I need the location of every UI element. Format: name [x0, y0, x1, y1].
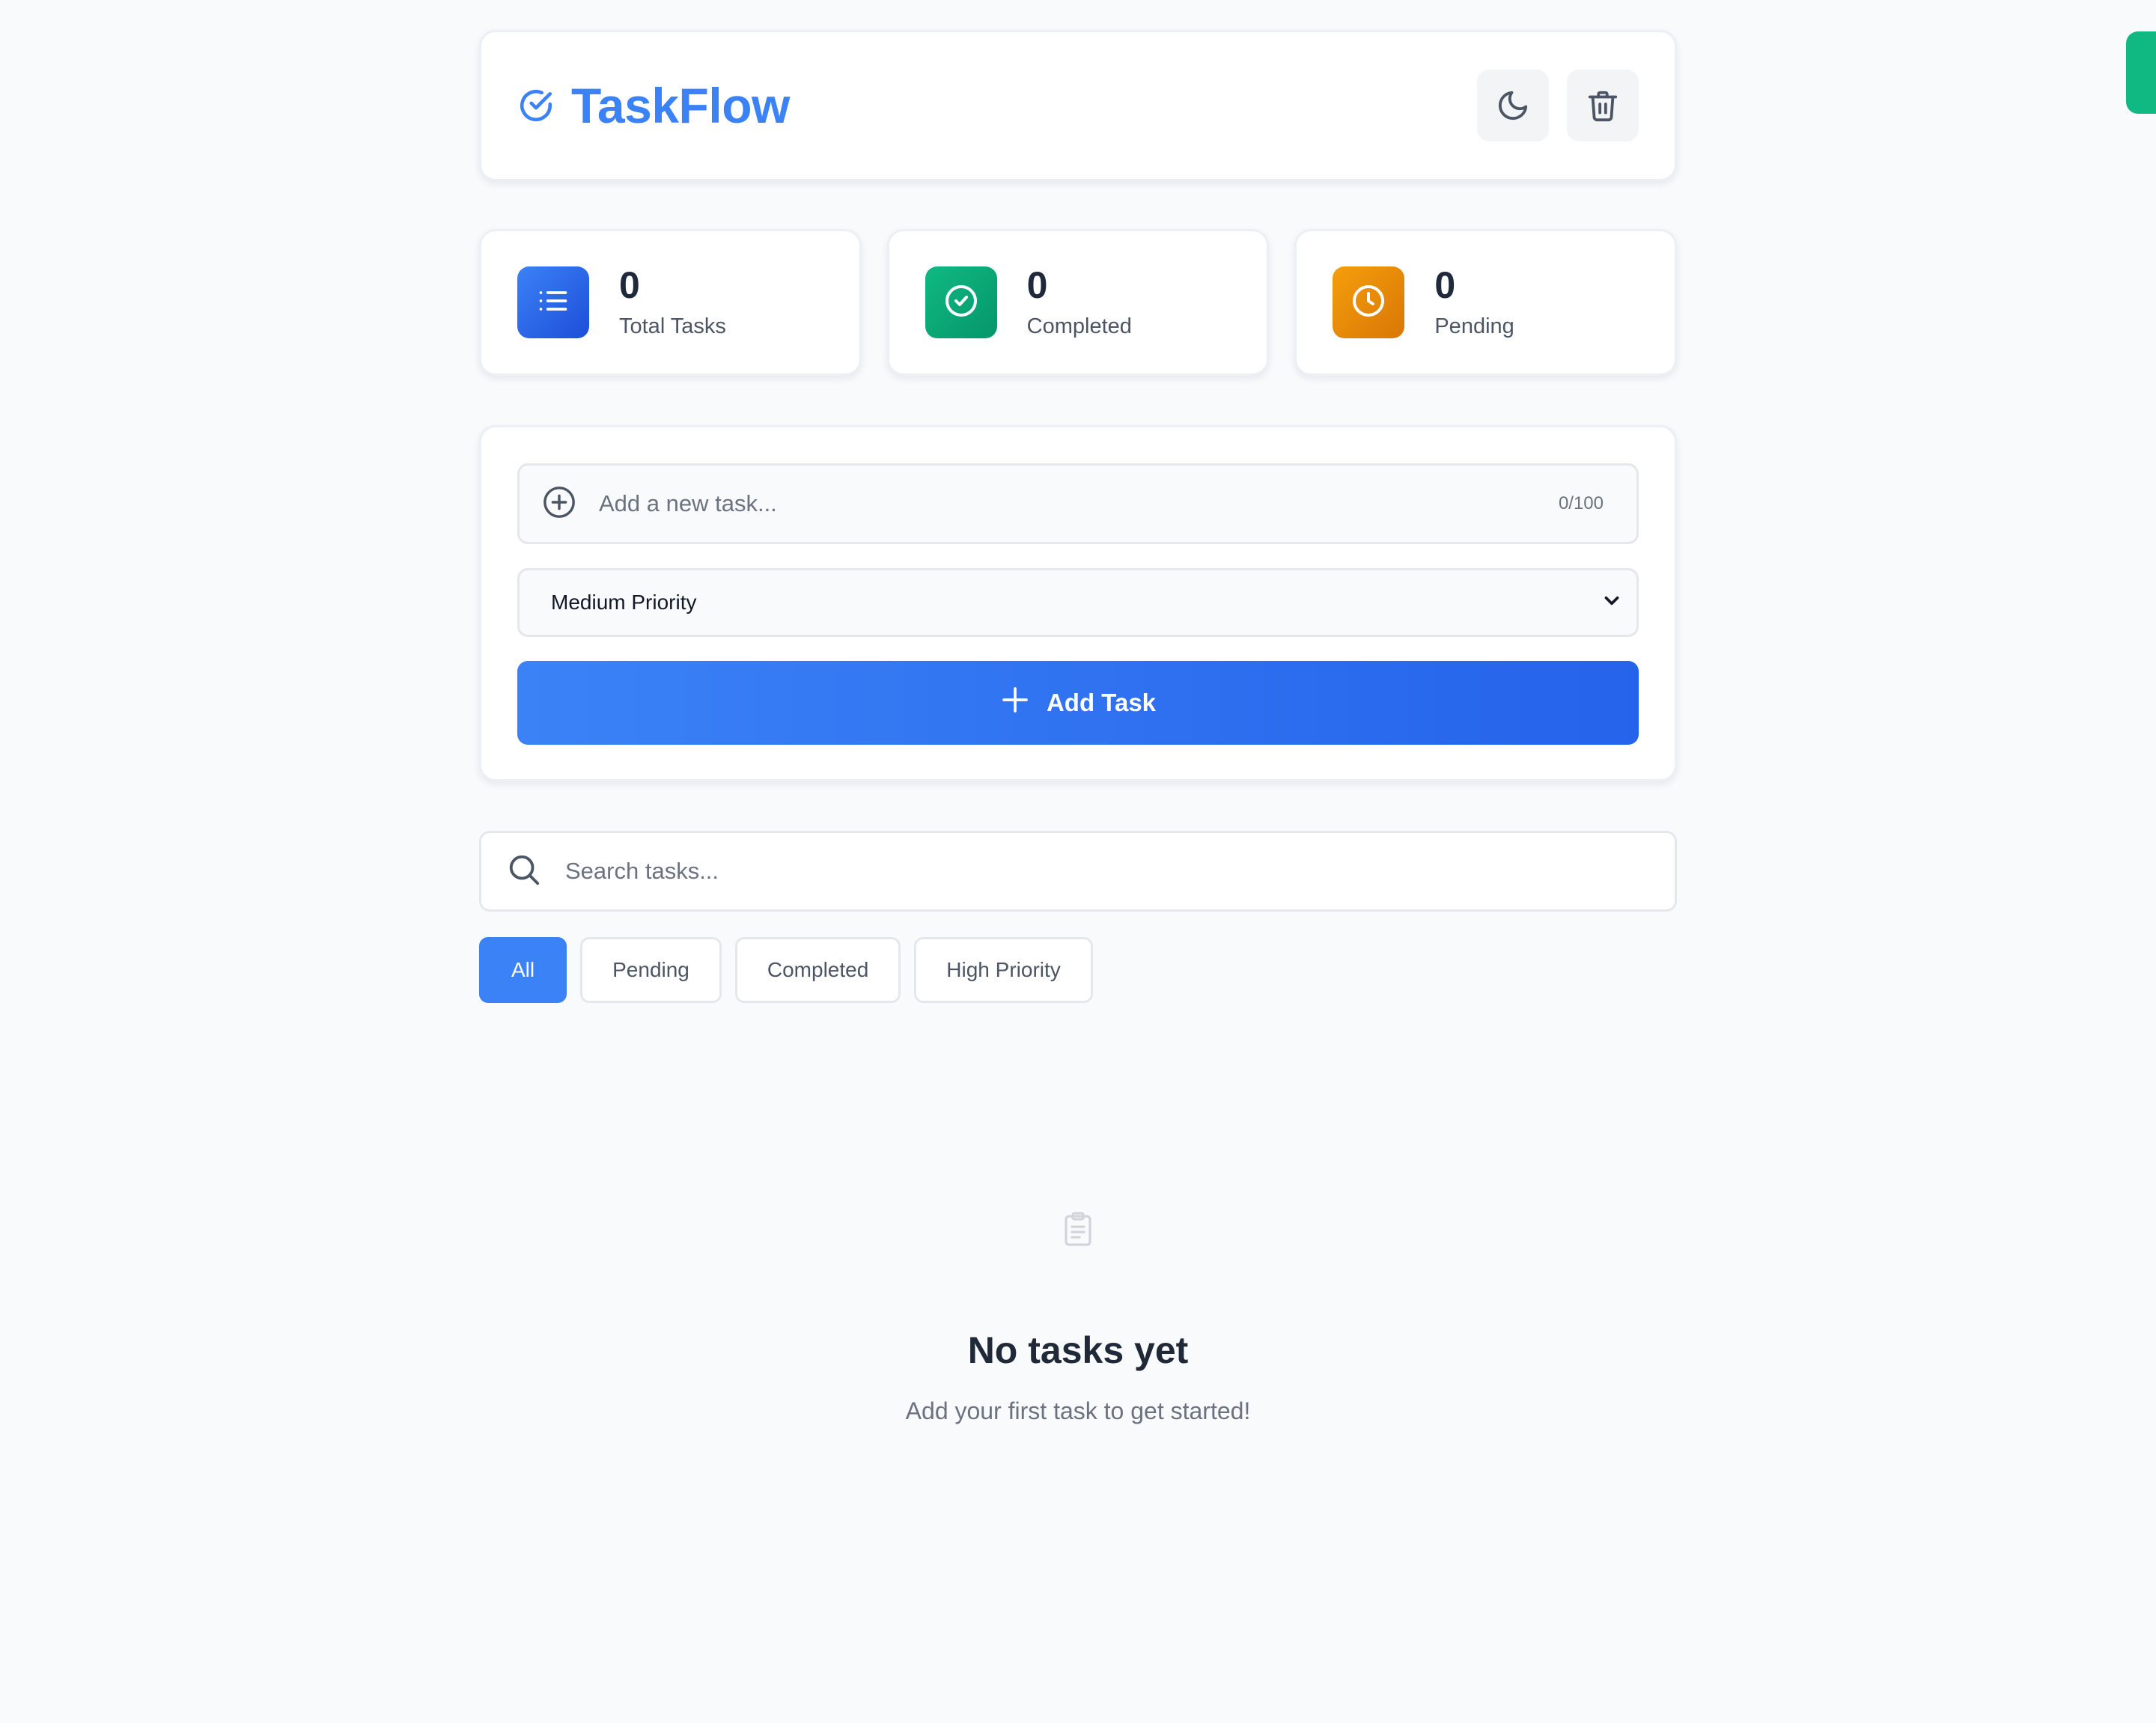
check-circle-icon [517, 87, 555, 124]
stat-label: Completed [1026, 314, 1132, 338]
theme-toggle-button[interactable] [1477, 70, 1549, 141]
clear-all-button[interactable] [1567, 70, 1639, 141]
trash-icon [1586, 88, 1620, 123]
stat-completed: 0 Completed [886, 229, 1270, 376]
clipboard-icon [1062, 1211, 1094, 1251]
stat-icon-box [1333, 266, 1405, 338]
priority-selected-value: Medium Priority [551, 591, 697, 614]
search-bar [479, 831, 1677, 912]
plus-circle-icon [542, 485, 576, 523]
priority-select[interactable]: Medium Priority [517, 568, 1639, 637]
side-notification-tab[interactable] [2126, 31, 2156, 114]
stat-value: 0 [1434, 263, 1456, 306]
clock-icon [1350, 283, 1386, 323]
search-icon [507, 853, 541, 891]
empty-title: No tasks yet [967, 1329, 1189, 1371]
app-title: TaskFlow [571, 78, 790, 133]
check-circle-icon [943, 283, 979, 323]
stat-icon-box [517, 266, 589, 338]
stat-label: Total Tasks [619, 314, 726, 338]
empty-state: No tasks yet Add your first task to get … [479, 1211, 1677, 1425]
filter-pending[interactable]: Pending [580, 937, 722, 1003]
stat-total-tasks: 0 Total Tasks [479, 229, 862, 376]
task-input-wrapper: 0/100 [517, 463, 1639, 544]
header-actions [1477, 70, 1639, 141]
add-task-form: 0/100 Medium Priority Add Task [479, 425, 1677, 781]
app-container: TaskFlow 0 Total Tasks 0 Completed 0 Pen… [479, 30, 1678, 1425]
filter-high-priority[interactable]: High Priority [914, 937, 1093, 1003]
plus-icon [1000, 685, 1030, 721]
empty-subtitle: Add your first task to get started! [905, 1397, 1251, 1424]
search-input[interactable] [564, 857, 1649, 885]
stat-text: 0 Total Tasks [619, 266, 726, 339]
stats-row: 0 Total Tasks 0 Completed 0 Pending [479, 229, 1678, 376]
list-icon [537, 284, 570, 321]
char-counter: 0/100 [1558, 493, 1604, 513]
brand: TaskFlow [517, 77, 790, 134]
header: TaskFlow [479, 30, 1677, 181]
add-task-label: Add Task [1046, 689, 1157, 716]
add-task-button[interactable]: Add Task [517, 661, 1639, 745]
stat-value: 0 [1026, 263, 1048, 306]
task-input[interactable] [597, 490, 1538, 518]
stat-label: Pending [1434, 314, 1514, 338]
chevron-down-icon [1602, 591, 1621, 615]
stat-pending: 0 Pending [1294, 229, 1678, 376]
stat-text: 0 Completed [1027, 266, 1132, 339]
filter-tabs: All Pending Completed High Priority [479, 937, 1677, 1003]
stat-text: 0 Pending [1434, 266, 1514, 339]
filter-all[interactable]: All [479, 937, 567, 1003]
stat-value: 0 [619, 263, 640, 306]
moon-icon [1496, 88, 1530, 123]
stat-icon-box [925, 266, 997, 338]
filter-completed[interactable]: Completed [734, 937, 901, 1003]
